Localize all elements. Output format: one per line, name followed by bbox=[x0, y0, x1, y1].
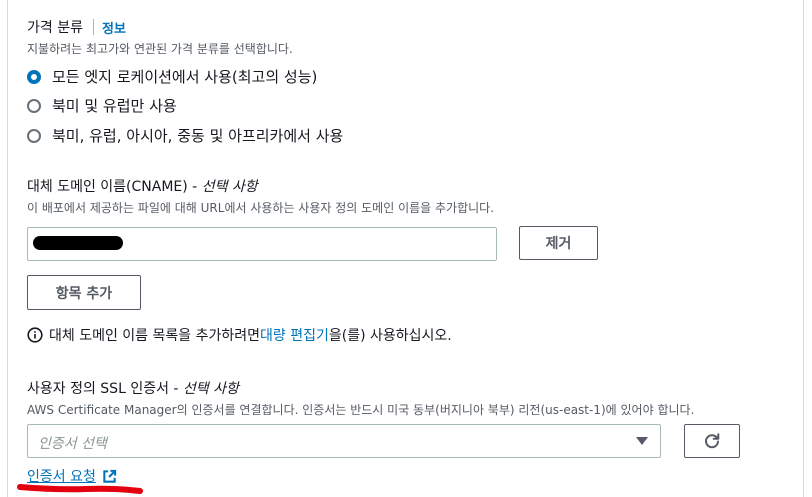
radio-button[interactable] bbox=[27, 98, 41, 113]
cname-description: 이 배포에서 제공하는 파일에 대해 URL에서 사용하는 사용자 정의 도메인… bbox=[27, 201, 495, 215]
ssl-description: AWS Certificate Manager의 인증서를 연결합니다. 인증서… bbox=[27, 403, 695, 417]
ssl-heading: 사용자 정의 SSL 인증서 - 선택 사항 bbox=[27, 378, 239, 398]
remove-button[interactable]: 제거 bbox=[519, 226, 598, 260]
price-class-title: 가격 분류 bbox=[27, 20, 83, 36]
bulk-editor-info: 대체 도메인 이름 목록을 추가하려면 대량 편집기 을(를) 사용하십시오. bbox=[27, 325, 452, 345]
optional-tag: 선택 사항 bbox=[201, 179, 258, 195]
info-text-after: 을(를) 사용하십시오. bbox=[328, 328, 452, 344]
radio-label: 북미 및 유럽만 사용 bbox=[52, 97, 177, 115]
cname-heading: 대체 도메인 이름(CNAME) - 선택 사항 bbox=[27, 176, 258, 196]
select-placeholder: 인증서 선택 bbox=[38, 436, 107, 452]
right-border bbox=[803, 0, 804, 497]
redacted-value bbox=[33, 236, 123, 250]
price-class-option-all[interactable]: 모든 엣지 로케이션에서 사용(최고의 성능) bbox=[27, 66, 317, 87]
radio-button[interactable] bbox=[27, 128, 41, 143]
add-item-button[interactable]: 항목 추가 bbox=[27, 275, 141, 310]
info-link[interactable]: 정보 bbox=[102, 18, 126, 37]
radio-button-selected[interactable] bbox=[27, 69, 41, 84]
info-icon bbox=[27, 327, 43, 343]
price-class-option-na-eu-asia[interactable]: 북미, 유럽, 아시아, 중동 및 아프리카에서 사용 bbox=[27, 125, 343, 146]
refresh-icon bbox=[705, 433, 720, 449]
cname-title: 대체 도메인 이름(CNAME) - bbox=[27, 179, 202, 195]
price-class-option-na-eu[interactable]: 북미 및 유럽만 사용 bbox=[27, 95, 177, 116]
price-class-description: 지불하려는 최고가와 연관된 가격 분류를 선택합니다. bbox=[27, 42, 293, 56]
title-divider bbox=[92, 19, 94, 35]
radio-label: 모든 엣지 로케이션에서 사용(최고의 성능) bbox=[52, 68, 318, 86]
caret-down-icon bbox=[636, 437, 648, 445]
ssl-title: 사용자 정의 SSL 인증서 - bbox=[27, 381, 183, 397]
cname-input[interactable] bbox=[27, 227, 497, 261]
info-text-before: 대체 도메인 이름 목록을 추가하려면 bbox=[49, 328, 260, 344]
optional-tag: 선택 사항 bbox=[182, 381, 239, 397]
price-class-heading: 가격 분류 정보 bbox=[27, 17, 126, 37]
radio-label: 북미, 유럽, 아시아, 중동 및 아프리카에서 사용 bbox=[52, 127, 344, 145]
refresh-button[interactable] bbox=[684, 424, 740, 458]
bulk-editor-link[interactable]: 대량 편집기 bbox=[260, 325, 329, 345]
certificate-select[interactable]: 인증서 선택 bbox=[27, 424, 661, 458]
red-underline-annotation bbox=[17, 484, 143, 494]
left-border bbox=[7, 0, 8, 497]
